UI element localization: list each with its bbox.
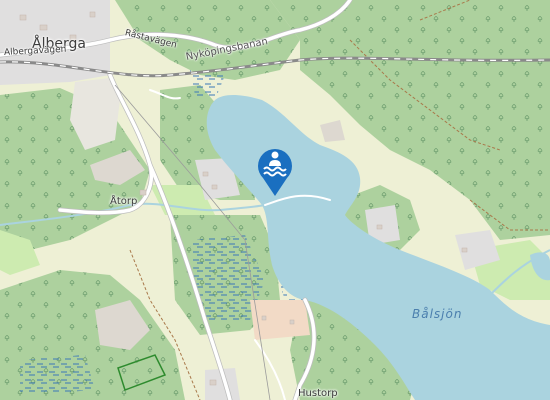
map-base-layer	[0, 0, 550, 400]
swimming-marker[interactable]	[255, 144, 295, 198]
map-canvas[interactable]: Ålberga Albergavägen Råstavägen Nyköping…	[0, 0, 550, 400]
swimming-icon	[258, 148, 292, 196]
